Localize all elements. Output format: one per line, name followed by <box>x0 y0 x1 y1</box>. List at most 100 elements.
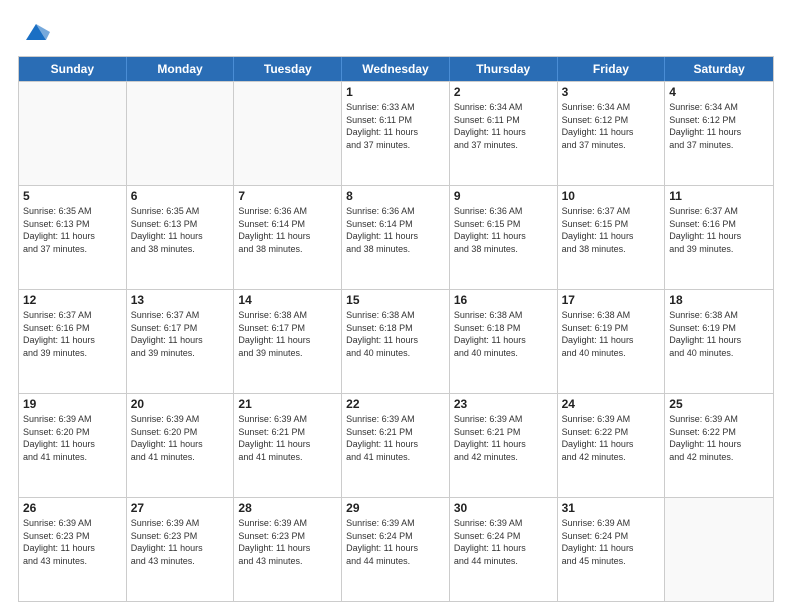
cal-cell <box>127 82 235 185</box>
day-number: 10 <box>562 189 661 203</box>
logo <box>18 18 50 46</box>
cal-cell: 13 Sunrise: 6:37 AM Sunset: 6:17 PM Dayli… <box>127 290 235 393</box>
cal-cell: 9 Sunrise: 6:36 AM Sunset: 6:15 PM Daylig… <box>450 186 558 289</box>
cal-week-5: 26 Sunrise: 6:39 AM Sunset: 6:23 PM Dayli… <box>19 497 773 601</box>
cal-week-4: 19 Sunrise: 6:39 AM Sunset: 6:20 PM Dayli… <box>19 393 773 497</box>
day-number: 3 <box>562 85 661 99</box>
cal-header-wednesday: Wednesday <box>342 57 450 81</box>
cal-cell: 29 Sunrise: 6:39 AM Sunset: 6:24 PM Dayli… <box>342 498 450 601</box>
day-number: 30 <box>454 501 553 515</box>
calendar: SundayMondayTuesdayWednesdayThursdayFrid… <box>18 56 774 602</box>
cal-header-friday: Friday <box>558 57 666 81</box>
day-number: 5 <box>23 189 122 203</box>
day-number: 16 <box>454 293 553 307</box>
calendar-body: 1Sunrise: 6:33 AM Sunset: 6:11 PM Daylig… <box>19 81 773 601</box>
day-number: 18 <box>669 293 769 307</box>
cal-header-sunday: Sunday <box>19 57 127 81</box>
cal-cell: 16 Sunrise: 6:38 AM Sunset: 6:18 PM Dayli… <box>450 290 558 393</box>
day-info: Sunrise: 6:39 AM Sunset: 6:21 PM Dayligh… <box>346 413 445 463</box>
day-number: 13 <box>131 293 230 307</box>
day-number: 21 <box>238 397 337 411</box>
cal-cell: 24 Sunrise: 6:39 AM Sunset: 6:22 PM Dayli… <box>558 394 666 497</box>
logo-icon <box>22 18 50 46</box>
day-number: 17 <box>562 293 661 307</box>
day-number: 12 <box>23 293 122 307</box>
day-info: Sunrise: 6:39 AM Sunset: 6:24 PM Dayligh… <box>454 517 553 567</box>
day-number: 11 <box>669 189 769 203</box>
day-info: Sunrise: 6:36 AM Sunset: 6:15 PM Dayligh… <box>454 205 553 255</box>
cal-week-1: 1Sunrise: 6:33 AM Sunset: 6:11 PM Daylig… <box>19 81 773 185</box>
day-info: Sunrise: 6:39 AM Sunset: 6:24 PM Dayligh… <box>562 517 661 567</box>
day-number: 1 <box>346 85 445 99</box>
header <box>18 18 774 46</box>
day-info: Sunrise: 6:35 AM Sunset: 6:13 PM Dayligh… <box>131 205 230 255</box>
day-number: 19 <box>23 397 122 411</box>
day-info: Sunrise: 6:39 AM Sunset: 6:21 PM Dayligh… <box>454 413 553 463</box>
day-info: Sunrise: 6:34 AM Sunset: 6:11 PM Dayligh… <box>454 101 553 151</box>
day-info: Sunrise: 6:39 AM Sunset: 6:23 PM Dayligh… <box>131 517 230 567</box>
cal-week-3: 12 Sunrise: 6:37 AM Sunset: 6:16 PM Dayli… <box>19 289 773 393</box>
day-number: 26 <box>23 501 122 515</box>
day-number: 6 <box>131 189 230 203</box>
cal-cell: 26Sunrise: 6:39 AM Sunset: 6:23 PM Dayli… <box>19 498 127 601</box>
cal-cell: 12 Sunrise: 6:37 AM Sunset: 6:16 PM Dayli… <box>19 290 127 393</box>
cal-cell: 30 Sunrise: 6:39 AM Sunset: 6:24 PM Dayli… <box>450 498 558 601</box>
cal-cell <box>665 498 773 601</box>
cal-cell: 3 Sunrise: 6:34 AM Sunset: 6:12 PM Daylig… <box>558 82 666 185</box>
calendar-header-row: SundayMondayTuesdayWednesdayThursdayFrid… <box>19 57 773 81</box>
cal-cell: 11Sunrise: 6:37 AM Sunset: 6:16 PM Dayli… <box>665 186 773 289</box>
cal-cell: 23Sunrise: 6:39 AM Sunset: 6:21 PM Dayli… <box>450 394 558 497</box>
day-number: 4 <box>669 85 769 99</box>
day-info: Sunrise: 6:35 AM Sunset: 6:13 PM Dayligh… <box>23 205 122 255</box>
day-info: Sunrise: 6:39 AM Sunset: 6:24 PM Dayligh… <box>346 517 445 567</box>
cal-cell <box>234 82 342 185</box>
day-number: 7 <box>238 189 337 203</box>
page: SundayMondayTuesdayWednesdayThursdayFrid… <box>0 0 792 612</box>
cal-cell: 1Sunrise: 6:33 AM Sunset: 6:11 PM Daylig… <box>342 82 450 185</box>
day-info: Sunrise: 6:38 AM Sunset: 6:18 PM Dayligh… <box>346 309 445 359</box>
cal-cell: 28Sunrise: 6:39 AM Sunset: 6:23 PM Dayli… <box>234 498 342 601</box>
day-info: Sunrise: 6:39 AM Sunset: 6:22 PM Dayligh… <box>669 413 769 463</box>
day-number: 14 <box>238 293 337 307</box>
cal-cell: 4 Sunrise: 6:34 AM Sunset: 6:12 PM Daylig… <box>665 82 773 185</box>
day-number: 15 <box>346 293 445 307</box>
day-info: Sunrise: 6:39 AM Sunset: 6:21 PM Dayligh… <box>238 413 337 463</box>
cal-header-tuesday: Tuesday <box>234 57 342 81</box>
day-number: 2 <box>454 85 553 99</box>
day-info: Sunrise: 6:38 AM Sunset: 6:17 PM Dayligh… <box>238 309 337 359</box>
day-info: Sunrise: 6:39 AM Sunset: 6:23 PM Dayligh… <box>238 517 337 567</box>
day-number: 9 <box>454 189 553 203</box>
cal-cell: 6 Sunrise: 6:35 AM Sunset: 6:13 PM Daylig… <box>127 186 235 289</box>
cal-cell: 2 Sunrise: 6:34 AM Sunset: 6:11 PM Daylig… <box>450 82 558 185</box>
day-info: Sunrise: 6:34 AM Sunset: 6:12 PM Dayligh… <box>562 101 661 151</box>
cal-cell: 5 Sunrise: 6:35 AM Sunset: 6:13 PM Daylig… <box>19 186 127 289</box>
cal-cell: 27 Sunrise: 6:39 AM Sunset: 6:23 PM Dayli… <box>127 498 235 601</box>
day-info: Sunrise: 6:39 AM Sunset: 6:22 PM Dayligh… <box>562 413 661 463</box>
cal-cell: 15 Sunrise: 6:38 AM Sunset: 6:18 PM Dayli… <box>342 290 450 393</box>
cal-cell: 8Sunrise: 6:36 AM Sunset: 6:14 PM Daylig… <box>342 186 450 289</box>
day-number: 20 <box>131 397 230 411</box>
day-info: Sunrise: 6:38 AM Sunset: 6:18 PM Dayligh… <box>454 309 553 359</box>
day-number: 22 <box>346 397 445 411</box>
day-info: Sunrise: 6:37 AM Sunset: 6:15 PM Dayligh… <box>562 205 661 255</box>
day-info: Sunrise: 6:37 AM Sunset: 6:17 PM Dayligh… <box>131 309 230 359</box>
cal-cell: 25 Sunrise: 6:39 AM Sunset: 6:22 PM Dayli… <box>665 394 773 497</box>
day-number: 24 <box>562 397 661 411</box>
day-info: Sunrise: 6:39 AM Sunset: 6:20 PM Dayligh… <box>131 413 230 463</box>
day-info: Sunrise: 6:36 AM Sunset: 6:14 PM Dayligh… <box>346 205 445 255</box>
day-info: Sunrise: 6:39 AM Sunset: 6:20 PM Dayligh… <box>23 413 122 463</box>
day-number: 25 <box>669 397 769 411</box>
cal-cell: 31Sunrise: 6:39 AM Sunset: 6:24 PM Dayli… <box>558 498 666 601</box>
day-info: Sunrise: 6:37 AM Sunset: 6:16 PM Dayligh… <box>23 309 122 359</box>
cal-cell <box>19 82 127 185</box>
cal-cell: 10 Sunrise: 6:37 AM Sunset: 6:15 PM Dayli… <box>558 186 666 289</box>
cal-cell: 17Sunrise: 6:38 AM Sunset: 6:19 PM Dayli… <box>558 290 666 393</box>
cal-header-saturday: Saturday <box>665 57 773 81</box>
day-info: Sunrise: 6:34 AM Sunset: 6:12 PM Dayligh… <box>669 101 769 151</box>
day-number: 29 <box>346 501 445 515</box>
cal-header-thursday: Thursday <box>450 57 558 81</box>
day-number: 27 <box>131 501 230 515</box>
cal-cell: 22 Sunrise: 6:39 AM Sunset: 6:21 PM Dayli… <box>342 394 450 497</box>
day-info: Sunrise: 6:38 AM Sunset: 6:19 PM Dayligh… <box>669 309 769 359</box>
cal-cell: 21 Sunrise: 6:39 AM Sunset: 6:21 PM Dayli… <box>234 394 342 497</box>
